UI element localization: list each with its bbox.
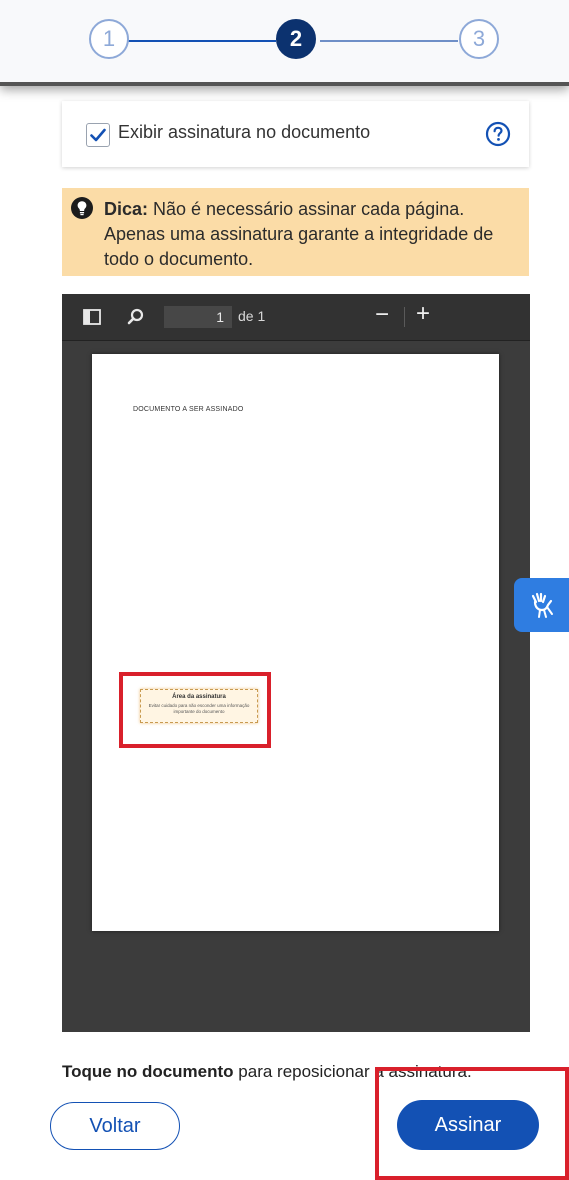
signature-area-highlight <box>119 672 271 748</box>
search-icon[interactable] <box>126 307 146 327</box>
toolbar-divider <box>404 307 405 327</box>
pdf-toolbar: 1 de 1 − + <box>62 294 530 341</box>
zoom-out-button[interactable]: − <box>375 300 389 330</box>
zoom-in-button[interactable]: + <box>416 299 430 329</box>
instruction-bold: Toque no documento <box>62 1062 234 1081</box>
step-3: 3 <box>459 19 499 59</box>
back-button[interactable]: Voltar <box>50 1102 180 1150</box>
step-1[interactable]: 1 <box>89 19 129 59</box>
step-connector <box>320 40 458 42</box>
checkmark-icon <box>90 128 106 142</box>
step-connector <box>128 40 276 42</box>
pdf-page[interactable]: DOCUMENTO A SER ASSINADO Área da assinat… <box>92 354 499 931</box>
page-count: de 1 <box>238 308 266 324</box>
pdf-viewer[interactable]: 1 de 1 − + DOCUMENTO A SER ASSINADO Área… <box>62 294 530 1032</box>
accessibility-button[interactable] <box>514 578 569 632</box>
lightbulb-icon <box>71 197 93 219</box>
tip-text: Dica: Não é necessário assinar cada pági… <box>104 197 519 272</box>
sign-button-highlight <box>375 1067 569 1180</box>
signature-options-card: Exibir assinatura no documento <box>62 101 529 167</box>
page-number-input[interactable]: 1 <box>164 306 232 328</box>
step-2-current: 2 <box>276 19 316 59</box>
tip-body: Não é necessário assinar cada página. Ap… <box>104 199 494 269</box>
sidebar-toggle-icon[interactable] <box>82 307 102 327</box>
show-signature-checkbox[interactable] <box>86 123 110 147</box>
stepper: 1 2 3 <box>0 0 569 86</box>
question-circle-icon[interactable] <box>485 121 511 147</box>
tip-title: Dica: <box>104 199 149 219</box>
document-title: DOCUMENTO A SER ASSINADO <box>133 406 244 413</box>
tip-box: Dica: Não é necessário assinar cada pági… <box>62 188 529 276</box>
sign-language-icon <box>531 592 553 618</box>
show-signature-label[interactable]: Exibir assinatura no documento <box>118 122 370 143</box>
